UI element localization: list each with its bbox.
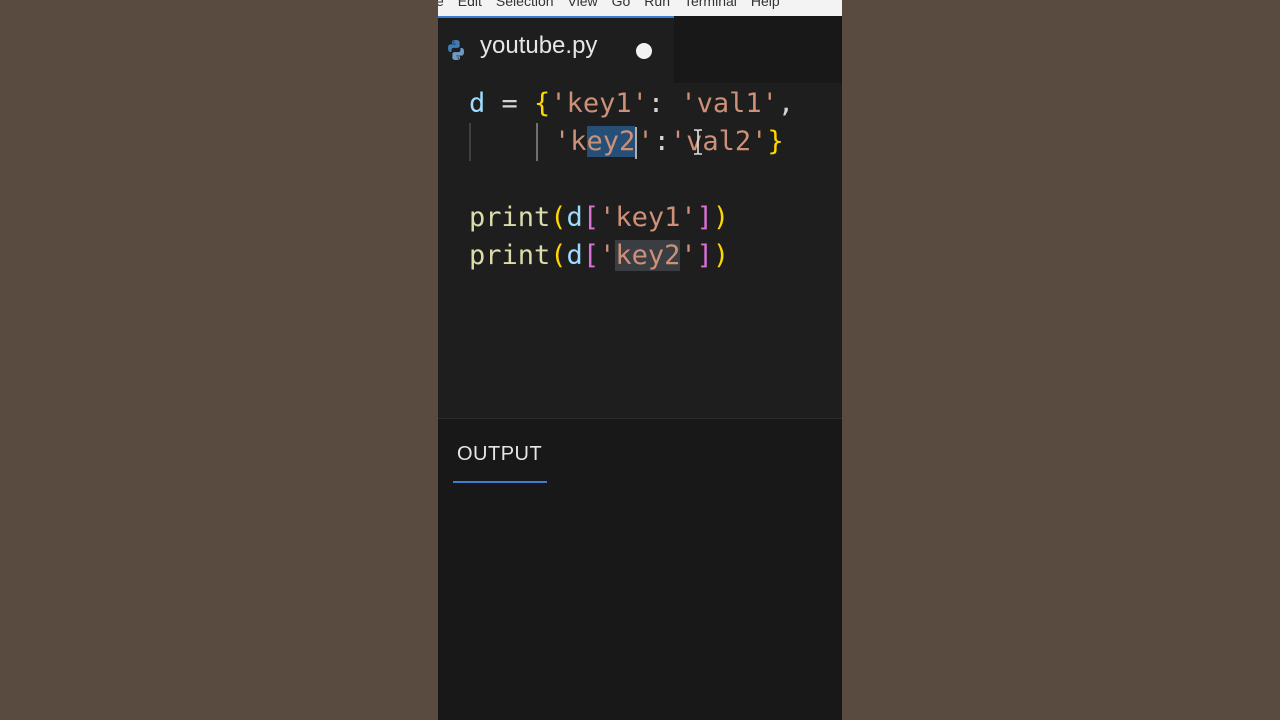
token-colon: :: [653, 126, 670, 157]
token-variable: d: [469, 88, 486, 119]
editor-tab-bar: youtube.py: [438, 16, 842, 83]
token-variable: d: [566, 240, 583, 271]
token-operator: =: [485, 88, 535, 119]
token-bracket: ]: [696, 202, 713, 233]
output-tab-label: OUTPUT: [457, 443, 543, 465]
menu-terminal[interactable]: Terminal: [684, 0, 737, 9]
token-paren: ): [712, 202, 730, 233]
tab-youtube-py[interactable]: youtube.py: [438, 16, 674, 83]
token-string: 'val2': [669, 126, 768, 157]
indent-guide: [469, 123, 471, 161]
token-bracket: [: [582, 202, 600, 233]
tab-output[interactable]: OUTPUT: [453, 441, 547, 483]
menu-bar: e Edit Selection View Go Run Terminal He…: [438, 0, 842, 16]
selected-text: ey2: [586, 126, 636, 157]
token-paren: ): [712, 240, 730, 271]
token-brace: }: [767, 126, 784, 157]
ibeam-cursor-icon: [694, 129, 702, 155]
menu-items: e Edit Selection View Go Run Terminal He…: [438, 0, 794, 9]
token-string: 'key1': [599, 202, 697, 233]
python-icon: [448, 40, 464, 60]
menu-run[interactable]: Run: [644, 0, 670, 9]
token-paren: (: [550, 240, 567, 271]
menu-edit[interactable]: Edit: [458, 0, 482, 9]
menu-help[interactable]: Help: [751, 0, 780, 9]
token-string: 'key1': [550, 88, 648, 119]
token-bracket: [: [582, 240, 600, 271]
highlighted-occurrence: key2: [615, 240, 681, 271]
unsaved-dot-icon[interactable]: [636, 43, 652, 59]
vscode-window: e Edit Selection View Go Run Terminal He…: [438, 0, 842, 720]
code-line-2: 'key2':'val2'}: [554, 123, 784, 161]
bottom-panel: OUTPUT: [438, 418, 842, 720]
code-editor[interactable]: d = {'key1': 'val1', 'key2':'val2'} prin…: [438, 83, 842, 418]
token-colon: :: [647, 88, 681, 119]
token-quote: ': [680, 240, 697, 271]
code-line-4: print(d['key1']): [469, 199, 729, 237]
token-brace: {: [534, 88, 551, 119]
menu-file[interactable]: e: [438, 0, 444, 9]
token-string: 'val1': [680, 88, 778, 119]
menu-selection[interactable]: Selection: [496, 0, 554, 9]
menu-view[interactable]: View: [568, 0, 598, 9]
token-variable: d: [566, 202, 583, 233]
token-paren: (: [550, 202, 567, 233]
code-line-5: print(d['key2']): [469, 237, 729, 275]
token-string: k: [570, 126, 587, 157]
token-comma: ,: [777, 88, 795, 119]
token-quote: ': [599, 240, 616, 271]
token-function: print: [469, 202, 551, 233]
active-indent-guide: [536, 123, 538, 161]
token-quote: ': [637, 126, 654, 157]
code-line-1: d = {'key1': 'val1',: [469, 85, 794, 123]
token-quote: ': [554, 126, 571, 157]
tab-title: youtube.py: [480, 32, 598, 59]
menu-go[interactable]: Go: [612, 0, 631, 9]
token-bracket: ]: [696, 240, 713, 271]
token-function: print: [469, 240, 551, 271]
